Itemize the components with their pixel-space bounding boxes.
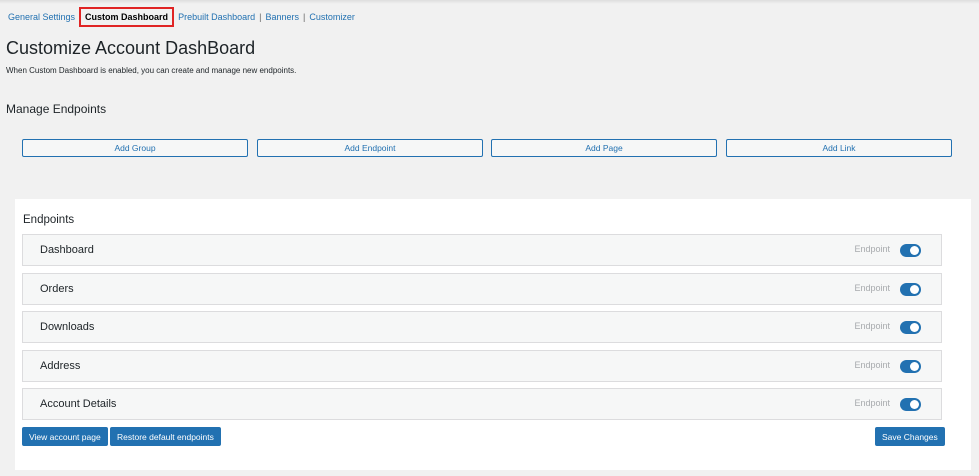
separator: | xyxy=(259,12,262,22)
endpoint-type: Endpoint xyxy=(854,282,890,293)
endpoint-toggle[interactable] xyxy=(900,244,921,257)
tab-custom-dashboard[interactable]: Custom Dashboard xyxy=(79,7,175,27)
add-group-button[interactable]: Add Group xyxy=(22,139,248,157)
endpoint-row[interactable]: Address Endpoint xyxy=(22,349,942,382)
page-description: When Custom Dashboard is enabled, you ca… xyxy=(6,66,297,75)
tab-customizer[interactable]: Customizer xyxy=(309,12,355,22)
endpoint-row[interactable]: Dashboard Endpoint xyxy=(22,234,942,266)
view-account-page-button[interactable]: View account page xyxy=(22,427,108,446)
tab-banners[interactable]: Banners xyxy=(265,12,299,22)
endpoint-type: Endpoint xyxy=(854,359,890,370)
endpoint-toggle[interactable] xyxy=(900,282,921,296)
restore-default-endpoints-button[interactable]: Restore default endpoints xyxy=(110,427,221,446)
page-title: Customize Account DashBoard xyxy=(6,38,256,58)
endpoint-row[interactable]: Orders Endpoint xyxy=(22,272,942,305)
endpoint-row[interactable]: Downloads Endpoint xyxy=(22,311,942,343)
save-changes-button[interactable]: Save Changes xyxy=(875,427,945,446)
endpoint-row[interactable]: Account Details Endpoint xyxy=(22,388,942,420)
settings-tabs: General Settings Custom Dashboard Prebui… xyxy=(8,7,355,27)
tab-general-settings[interactable]: General Settings xyxy=(8,12,75,22)
endpoint-toggle[interactable] xyxy=(900,398,921,411)
endpoint-label: Address xyxy=(40,359,81,372)
endpoints-heading: Endpoints xyxy=(23,214,75,226)
endpoint-toggle[interactable] xyxy=(900,321,921,334)
top-shadow xyxy=(0,0,979,4)
tab-prebuilt-dashboard[interactable]: Prebuilt Dashboard xyxy=(178,12,255,22)
manage-endpoints-heading: Manage Endpoints xyxy=(6,102,107,116)
endpoint-label: Dashboard xyxy=(40,244,94,256)
endpoint-label: Account Details xyxy=(40,398,117,410)
add-endpoint-button[interactable]: Add Endpoint xyxy=(257,139,483,157)
endpoint-toggle[interactable] xyxy=(900,359,921,373)
add-page-button[interactable]: Add Page xyxy=(491,139,717,157)
endpoints-panel: Endpoints Dashboard Endpoint Orders Endpoin… xyxy=(15,199,971,470)
endpoint-label: Downloads xyxy=(40,321,95,333)
endpoint-type: Endpoint xyxy=(854,321,890,331)
endpoint-type: Endpoint xyxy=(854,244,890,254)
separator: | xyxy=(302,12,306,22)
endpoint-type: Endpoint xyxy=(854,398,890,408)
endpoint-label: Orders xyxy=(40,282,74,295)
add-link-button[interactable]: Add Link xyxy=(726,139,952,157)
